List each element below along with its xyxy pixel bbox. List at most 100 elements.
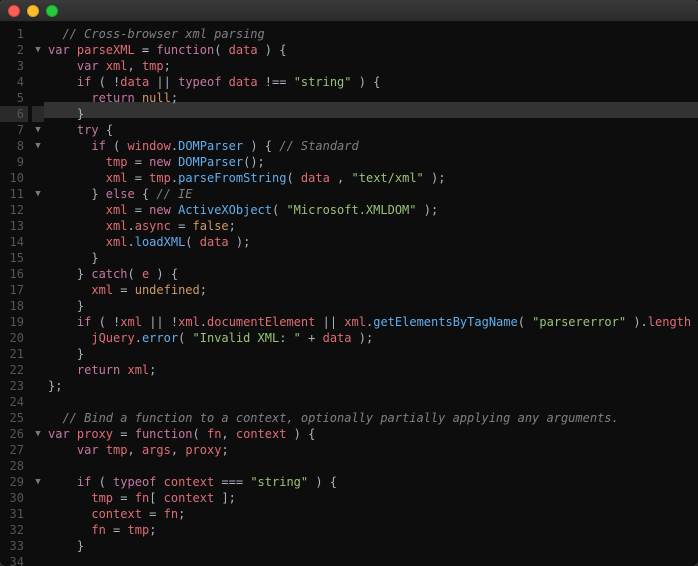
line-number[interactable]: 1 (0, 26, 28, 42)
code-line[interactable]: var parseXML = function( data ) { (48, 42, 698, 58)
code-line[interactable]: return null; (48, 90, 698, 106)
code-line[interactable]: fn = tmp; (48, 522, 698, 538)
token-keyword: new (149, 155, 178, 169)
code-area[interactable]: // Cross-browser xml parsingvar parseXML… (44, 22, 698, 566)
line-number-gutter[interactable]: 1234567891011121314151617181920212223242… (0, 22, 32, 566)
line-number[interactable]: 27 (0, 442, 28, 458)
token-punct: , (128, 59, 142, 73)
code-line[interactable]: xml = tmp.parseFromString( data , "text/… (48, 170, 698, 186)
line-number[interactable]: 30 (0, 490, 28, 506)
fold-toggle-icon[interactable]: ▼ (32, 186, 44, 202)
line-number[interactable]: 9 (0, 154, 28, 170)
code-line[interactable]: }; (48, 378, 698, 394)
code-line[interactable]: return xml; (48, 362, 698, 378)
line-number[interactable]: 26 (0, 426, 28, 442)
token-func: parseFromString (178, 171, 286, 185)
token-ident: fn (135, 491, 149, 505)
code-line[interactable]: xml = new ActiveXObject( "Microsoft.XMLD… (48, 202, 698, 218)
fold-toggle-icon[interactable]: ▼ (32, 42, 44, 58)
code-line[interactable]: if ( !xml || !xml.documentElement || xml… (48, 314, 698, 330)
code-line[interactable]: if ( !data || typeof data !== "string" )… (48, 74, 698, 90)
line-number[interactable]: 23 (0, 378, 28, 394)
token-punct: ( (127, 267, 141, 281)
token-punct: === (214, 475, 250, 489)
code-line[interactable]: } (48, 538, 698, 554)
line-number[interactable]: 31 (0, 506, 28, 522)
code-line[interactable]: jQuery.error( "Invalid XML: " + data ); (48, 330, 698, 346)
line-number[interactable]: 6 (0, 106, 28, 122)
code-line[interactable]: try { (48, 122, 698, 138)
line-number[interactable]: 11 (0, 186, 28, 202)
line-number[interactable]: 8 (0, 138, 28, 154)
fold-spacer (32, 490, 44, 506)
code-line[interactable]: xml = undefined; (48, 282, 698, 298)
line-number[interactable]: 34 (0, 554, 28, 566)
code-line[interactable]: context = fn; (48, 506, 698, 522)
code-line[interactable]: if ( window.DOMParser ) { // Standard (48, 138, 698, 154)
code-line[interactable]: } (48, 106, 698, 122)
fold-gutter[interactable]: ▼▼▼▼▼▼ (32, 22, 44, 566)
code-line[interactable]: xml.loadXML( data ); (48, 234, 698, 250)
token-punct: || (315, 315, 344, 329)
code-line[interactable]: // Bind a function to a context, optiona… (48, 410, 698, 426)
close-icon[interactable] (8, 5, 20, 17)
code-line[interactable]: xml.async = false; (48, 218, 698, 234)
minimize-icon[interactable] (27, 5, 39, 17)
line-number[interactable]: 22 (0, 362, 28, 378)
line-number[interactable]: 28 (0, 458, 28, 474)
token-string: "parsererror" (532, 315, 626, 329)
line-number[interactable]: 32 (0, 522, 28, 538)
code-line[interactable]: var proxy = function( fn, context ) { (48, 426, 698, 442)
code-line[interactable]: var tmp, args, proxy; (48, 442, 698, 458)
code-line[interactable]: // Cross-browser xml parsing (48, 26, 698, 42)
line-number[interactable]: 33 (0, 538, 28, 554)
fold-toggle-icon[interactable]: ▼ (32, 474, 44, 490)
token-punct: ; (200, 283, 207, 297)
code-line[interactable]: } (48, 346, 698, 362)
fold-toggle-icon[interactable]: ▼ (32, 426, 44, 442)
code-line[interactable]: } else { // IE (48, 186, 698, 202)
code-line[interactable]: tmp = new DOMParser(); (48, 154, 698, 170)
fold-spacer (32, 378, 44, 394)
code-line[interactable]: tmp = fn[ context ]; (48, 490, 698, 506)
code-line[interactable]: var xml, tmp; (48, 58, 698, 74)
line-number[interactable]: 10 (0, 170, 28, 186)
token-ident: fn (91, 523, 105, 537)
line-number[interactable]: 21 (0, 346, 28, 362)
code-line[interactable] (48, 554, 698, 566)
code-line[interactable]: } (48, 250, 698, 266)
line-number[interactable]: 19 (0, 314, 28, 330)
code-line[interactable] (48, 394, 698, 410)
fold-toggle-icon[interactable]: ▼ (32, 138, 44, 154)
fold-spacer (32, 282, 44, 298)
line-number[interactable]: 4 (0, 74, 28, 90)
zoom-icon[interactable] (46, 5, 58, 17)
line-number[interactable]: 16 (0, 266, 28, 282)
line-number[interactable]: 13 (0, 218, 28, 234)
line-number[interactable]: 18 (0, 298, 28, 314)
line-number[interactable]: 29 (0, 474, 28, 490)
line-number[interactable]: 2 (0, 42, 28, 58)
line-number[interactable]: 7 (0, 122, 28, 138)
line-number[interactable]: 5 (0, 90, 28, 106)
token-ident: jQuery (91, 331, 134, 345)
titlebar[interactable] (0, 0, 698, 22)
line-number[interactable]: 14 (0, 234, 28, 250)
line-number[interactable]: 17 (0, 282, 28, 298)
token-string: "text/xml" (352, 171, 424, 185)
code-line[interactable]: if ( typeof context === "string" ) { (48, 474, 698, 490)
fold-toggle-icon[interactable]: ▼ (32, 122, 44, 138)
line-number[interactable]: 24 (0, 394, 28, 410)
line-number[interactable]: 25 (0, 410, 28, 426)
token-punct: } (48, 107, 84, 121)
token-keyword: typeof (178, 75, 229, 89)
line-number[interactable]: 15 (0, 250, 28, 266)
fold-spacer (32, 154, 44, 170)
code-line[interactable] (48, 458, 698, 474)
code-line[interactable]: } (48, 298, 698, 314)
line-number[interactable]: 20 (0, 330, 28, 346)
code-line[interactable]: } catch( e ) { (48, 266, 698, 282)
token-number: undefined (135, 283, 200, 297)
line-number[interactable]: 12 (0, 202, 28, 218)
line-number[interactable]: 3 (0, 58, 28, 74)
